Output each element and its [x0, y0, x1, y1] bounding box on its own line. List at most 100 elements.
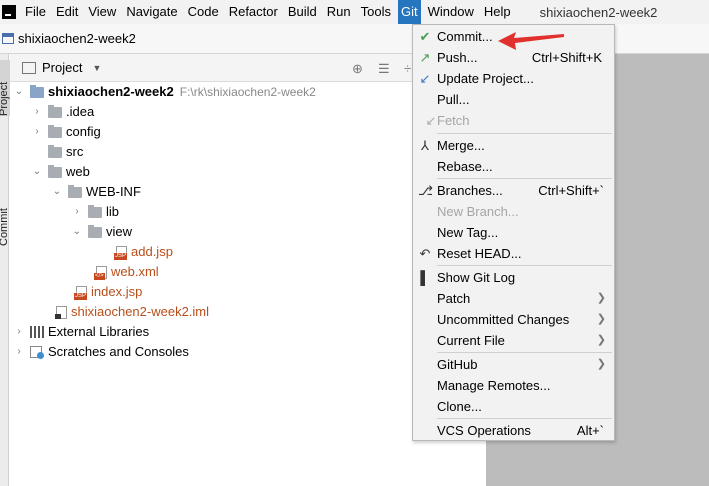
tree-item-web-xml[interactable]: web.xml [94, 262, 159, 282]
xml-file-icon [94, 265, 108, 280]
tree-item-view[interactable]: ⌄ view [72, 222, 132, 242]
tree-item-label: lib [106, 204, 120, 219]
submenu-arrow-icon: ❯ [596, 358, 606, 370]
folder-icon [48, 124, 62, 138]
menu-build[interactable]: Build [285, 0, 320, 24]
chevron-right-icon[interactable]: › [14, 322, 24, 342]
git-menu-vcs-operations[interactable]: VCS Operations Alt+` [413, 420, 614, 441]
left-tool-strip: Project Commit [0, 54, 10, 486]
menu-file[interactable]: File [22, 0, 49, 24]
tree-item-label: view [106, 224, 133, 239]
chevron-right-icon[interactable]: › [72, 202, 82, 222]
tree-item-scratches[interactable]: › Scratches and Consoles [14, 342, 189, 362]
tree-item-index-jsp[interactable]: index.jsp [74, 282, 142, 302]
tree-item-add-jsp[interactable]: add.jsp [114, 242, 173, 262]
window-title: shixiaochen2-week2 [539, 4, 658, 20]
git-menu-new-tag[interactable]: New Tag... [413, 222, 614, 243]
folder-icon [88, 204, 102, 218]
jsp-file-icon [74, 285, 88, 300]
project-window-icon [2, 33, 14, 44]
fetch-icon: ↙ [425, 113, 437, 128]
breadcrumb-project[interactable]: shixiaochen2-week2 [18, 31, 136, 46]
tree-item-lib[interactable]: › lib [72, 202, 119, 222]
tree-item-label: Scratches and Consoles [48, 344, 189, 359]
chevron-right-icon[interactable]: › [32, 122, 42, 142]
git-menu-branches[interactable]: ⎇ Branches... Ctrl+Shift+` [413, 180, 614, 201]
annotation-arrow-icon [498, 32, 564, 50]
chevron-right-icon[interactable]: › [14, 342, 24, 362]
git-menu-current-file[interactable]: Current File ❯ [413, 330, 614, 351]
menu-separator [437, 265, 612, 266]
menu-run[interactable]: Run [324, 0, 354, 24]
git-menu-fetch: ↙ Fetch [413, 110, 614, 131]
tree-item-src[interactable]: src [32, 142, 83, 162]
scratches-icon [30, 345, 44, 359]
git-menu-dropdown: ✔ Commit... ↗ Push... Ctrl+Shift+K ↙ Upd… [412, 24, 615, 441]
merge-icon: ⅄ [421, 138, 429, 153]
git-menu-patch[interactable]: Patch ❯ [413, 288, 614, 309]
chevron-down-icon[interactable]: ⌄ [72, 222, 82, 242]
git-menu-show-git-log[interactable]: ▌ Show Git Log [413, 267, 614, 288]
tree-item-label: src [66, 144, 84, 159]
tree-item-external-libraries[interactable]: › External Libraries [14, 322, 149, 342]
menu-code[interactable]: Code [185, 0, 222, 24]
tree-item-label: add.jsp [131, 244, 173, 259]
tree-item-idea[interactable]: › .idea [32, 102, 94, 122]
iml-file-icon [54, 305, 68, 319]
chevron-down-icon[interactable]: ⌄ [32, 162, 42, 182]
tree-item-web[interactable]: ⌄ web [32, 162, 90, 182]
folder-icon [88, 224, 102, 238]
menu-separator [437, 133, 612, 134]
tree-item-label: WEB-INF [86, 184, 141, 199]
tree-item-label: web [66, 164, 90, 179]
branch-icon: ⎇ [418, 183, 433, 198]
tool-tab-project[interactable]: Project [0, 60, 10, 116]
tree-item-label: web.xml [111, 264, 159, 279]
git-menu-merge[interactable]: ⅄ Merge... [413, 135, 614, 156]
submenu-arrow-icon: ❯ [596, 292, 606, 304]
module-folder-icon [30, 84, 44, 98]
folder-icon [68, 184, 82, 198]
tree-root[interactable]: ⌄ shixiaochen2-week2 F:\rk\shixiaochen2-… [14, 82, 316, 102]
menu-separator [437, 178, 612, 179]
collapse-all-icon[interactable]: ☰ [378, 61, 390, 77]
git-menu-rebase[interactable]: Rebase... [413, 156, 614, 177]
chevron-down-icon[interactable]: ⌄ [14, 82, 24, 102]
update-arrow-icon: ↙ [419, 71, 431, 86]
git-menu-github[interactable]: GitHub ❯ [413, 354, 614, 375]
menu-refactor[interactable]: Refactor [226, 0, 281, 24]
crosshair-icon[interactable]: ⊕ [352, 61, 363, 77]
chevron-down-icon[interactable]: ⌄ [52, 182, 62, 202]
git-menu-reset-head[interactable]: ↶ Reset HEAD... [413, 243, 614, 264]
intellij-logo-icon [2, 5, 16, 19]
menu-bar: File Edit View Navigate Code Refactor Bu… [0, 0, 709, 24]
settings-icon[interactable]: ÷ [404, 61, 411, 76]
menu-window[interactable]: Window [425, 0, 477, 24]
tool-tab-commit[interactable]: Commit [0, 186, 10, 246]
menu-help[interactable]: Help [481, 0, 514, 24]
chevron-down-icon[interactable]: ▼ [92, 63, 101, 73]
git-menu-pull[interactable]: Pull... [413, 89, 614, 110]
menu-view[interactable]: View [85, 0, 119, 24]
folder-icon [48, 144, 62, 158]
tree-item-config[interactable]: › config [32, 122, 100, 142]
libraries-icon [30, 326, 44, 338]
chevron-right-icon[interactable]: › [32, 102, 42, 122]
folder-icon [48, 104, 62, 118]
tree-item-iml[interactable]: shixiaochen2-week2.iml [54, 302, 209, 322]
menu-tools[interactable]: Tools [358, 0, 394, 24]
tree-item-web-inf[interactable]: ⌄ WEB-INF [52, 182, 141, 202]
git-menu-clone[interactable]: Clone... [413, 396, 614, 417]
menu-edit[interactable]: Edit [53, 0, 81, 24]
submenu-arrow-icon: ❯ [596, 334, 606, 346]
git-menu-new-branch: New Branch... [437, 204, 519, 219]
menu-navigate[interactable]: Navigate [123, 0, 180, 24]
git-menu-manage-remotes[interactable]: Manage Remotes... [413, 375, 614, 396]
check-icon: ✔ [419, 29, 431, 44]
git-menu-update-project[interactable]: ↙ Update Project... [413, 68, 614, 89]
tree-item-label: External Libraries [48, 324, 150, 339]
menu-git[interactable]: Git [397, 0, 421, 24]
root-name: shixiaochen2-week2 [48, 84, 174, 99]
project-view-selector[interactable]: Project [42, 60, 82, 75]
git-menu-uncommitted-changes[interactable]: Uncommitted Changes ❯ [413, 309, 614, 330]
